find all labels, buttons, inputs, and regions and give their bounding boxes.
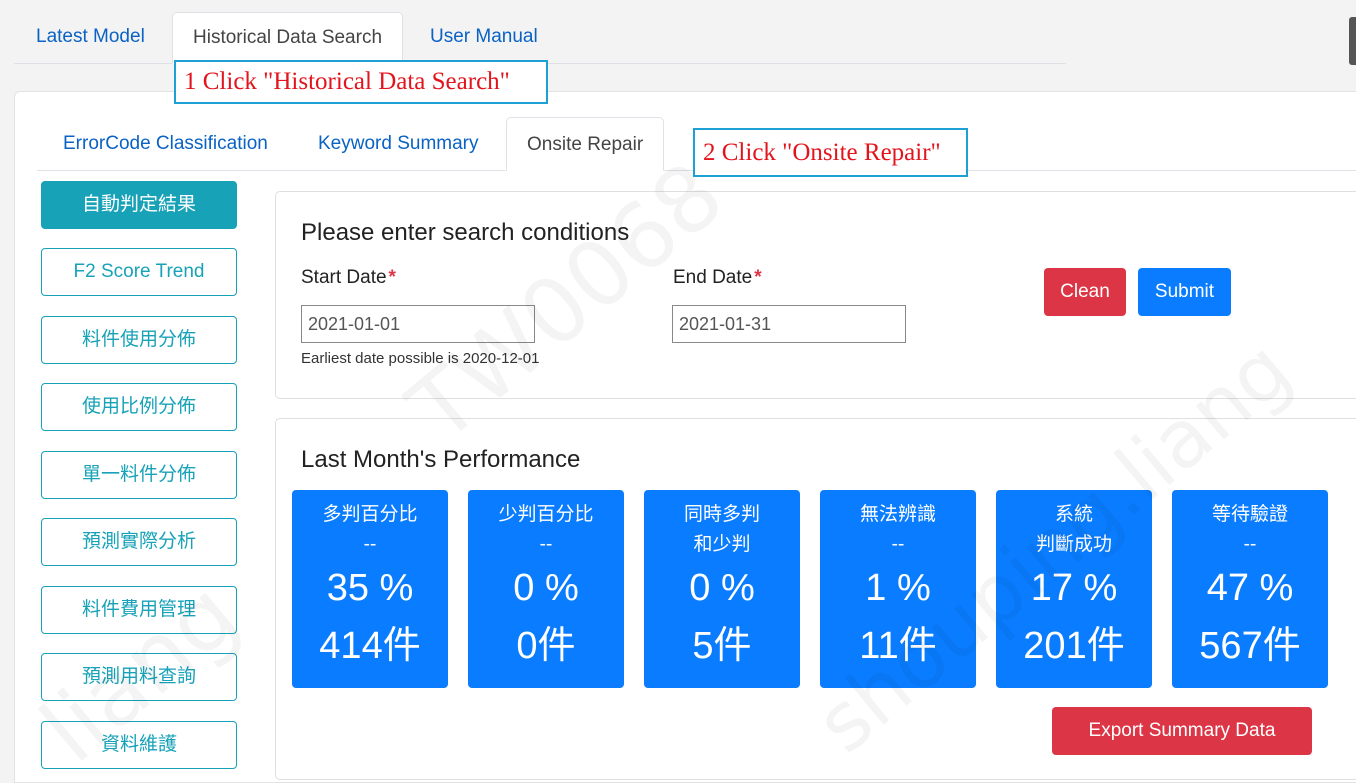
stat-label: 等待驗證 xyxy=(1211,504,1288,525)
stat-percent: 1 % xyxy=(865,567,931,609)
annotation-step1: 1 Click "Historical Data Search" xyxy=(174,60,548,104)
date-hint: Earliest date possible is 2020-12-01 xyxy=(301,350,540,367)
sidebar-item-single-part-distribution[interactable]: 單一料件分佈 xyxy=(41,451,237,499)
stat-sublabel: -- xyxy=(539,534,553,555)
sidebar-item-data-maintenance[interactable]: 資料維護 xyxy=(41,721,237,769)
sidebar-item-f2-score-trend[interactable]: F2 Score Trend xyxy=(41,248,237,296)
sidebar-item-usage-ratio-distribution[interactable]: 使用比例分佈 xyxy=(41,383,237,431)
stat-count: 201件 xyxy=(1023,625,1125,667)
clean-button[interactable]: Clean xyxy=(1044,268,1126,316)
tab-keyword-summary[interactable]: Keyword Summary xyxy=(292,117,505,171)
stat-count: 5件 xyxy=(692,625,752,667)
top-tab-bar: Latest Model Historical Data Search User… xyxy=(14,10,1066,64)
stat-count: 0件 xyxy=(516,625,576,667)
annotation-step2: 2 Click "Onsite Repair" xyxy=(693,128,968,177)
required-mark: * xyxy=(754,267,762,288)
stat-count: 414件 xyxy=(319,625,421,667)
stat-sublabel: -- xyxy=(363,534,377,555)
stat-percent: 35 % xyxy=(326,567,414,609)
stat-label: 多判百分比 xyxy=(322,504,418,525)
submit-button[interactable]: Submit xyxy=(1138,268,1231,316)
stat-card-over-and-under: 同時多判 和少判 0 % 5件 xyxy=(644,490,800,688)
sidebar-item-auto-result[interactable]: 自動判定結果 xyxy=(41,181,237,229)
stat-count: 11件 xyxy=(859,625,937,667)
required-mark: * xyxy=(388,267,396,288)
sidebar-item-part-cost-management[interactable]: 料件費用管理 xyxy=(41,586,237,634)
tab-historical-data-search[interactable]: Historical Data Search xyxy=(172,12,404,64)
start-date-input[interactable] xyxy=(301,305,535,343)
sidebar-item-part-usage-distribution[interactable]: 料件使用分佈 xyxy=(41,316,237,364)
end-date-input[interactable] xyxy=(672,305,906,343)
search-title: Please enter search conditions xyxy=(301,219,630,246)
stat-card-system-success: 系統 判斷成功 17 % 201件 xyxy=(996,490,1152,688)
export-summary-button[interactable]: Export Summary Data xyxy=(1052,707,1312,755)
stat-count: 567件 xyxy=(1199,625,1301,667)
stat-percent: 17 % xyxy=(1030,567,1118,609)
sidebar-item-forecast-actual-analysis[interactable]: 預測實際分析 xyxy=(41,518,237,566)
stat-percent: 0 % xyxy=(689,567,755,609)
tab-user-manual[interactable]: User Manual xyxy=(410,12,558,64)
performance-title: Last Month's Performance xyxy=(301,446,581,473)
stat-card-pending-verification: 等待驗證 -- 47 % 567件 xyxy=(1172,490,1328,688)
main-panel: ErrorCode Classification Keyword Summary… xyxy=(14,91,1356,783)
stat-label: 同時多判 xyxy=(683,504,760,525)
tab-errorcode-classification[interactable]: ErrorCode Classification xyxy=(37,117,294,171)
tab-onsite-repair[interactable]: Onsite Repair xyxy=(506,117,665,171)
stat-sublabel: -- xyxy=(891,534,905,555)
start-date-label: Start Date * xyxy=(301,267,396,288)
sidebar-item-forecast-material-query[interactable]: 預測用料查詢 xyxy=(41,653,237,701)
stat-sublabel: -- xyxy=(1243,534,1257,555)
stat-card-over-judgment: 多判百分比 -- 35 % 414件 xyxy=(292,490,448,688)
end-date-label: End Date * xyxy=(673,267,762,288)
stat-card-unrecognized: 無法辨識 -- 1 % 11件 xyxy=(820,490,976,688)
stat-percent: 0 % xyxy=(513,567,579,609)
scrollbar-handle[interactable] xyxy=(1349,17,1356,65)
tab-latest-model[interactable]: Latest Model xyxy=(16,12,165,64)
stat-label: 無法辨識 xyxy=(859,504,936,525)
stat-sublabel: 和少判 xyxy=(693,534,751,555)
stat-label: 系統 xyxy=(1054,504,1093,525)
stat-sublabel: 判斷成功 xyxy=(1035,534,1112,555)
stat-card-under-judgment: 少判百分比 -- 0 % 0件 xyxy=(468,490,624,688)
stat-label: 少判百分比 xyxy=(498,504,594,525)
search-card: Please enter search conditions Start Dat… xyxy=(275,191,1356,399)
page: Latest Model Historical Data Search User… xyxy=(0,0,1356,783)
stat-percent: 47 % xyxy=(1206,567,1294,609)
